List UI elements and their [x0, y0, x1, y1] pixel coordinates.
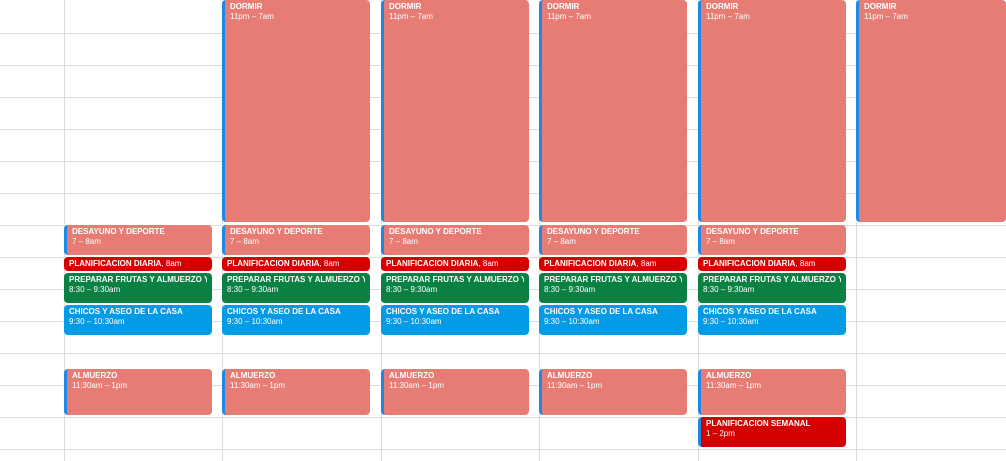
- event-desayuno[interactable]: DESAYUNO Y DEPORTE 7 – 8am: [222, 225, 370, 255]
- event-time: 11pm – 7am: [230, 12, 274, 21]
- event-title: PLANIFICACION SEMANAL: [706, 419, 811, 428]
- event-title: PREPARAR FRUTAS Y ALMUERZO Y TAREAS: [386, 275, 524, 284]
- event-time: 11pm – 7am: [547, 12, 591, 21]
- event-time: 1 – 2pm: [706, 429, 735, 438]
- event-title: DORMIR: [706, 2, 739, 11]
- event-almuerzo[interactable]: ALMUERZO 11:30am – 1pm: [222, 369, 370, 415]
- event-time: 8:30 – 9:30am: [703, 285, 755, 294]
- event-title: PREPARAR FRUTAS Y ALMUERZO Y TAREAS: [544, 275, 682, 284]
- event-title: ALMUERZO: [706, 371, 752, 380]
- event-dormir[interactable]: DORMIR 11pm – 7am: [698, 0, 846, 222]
- event-dormir[interactable]: DORMIR 11pm – 7am: [222, 0, 370, 222]
- event-dormir[interactable]: DORMIR 11pm – 7am: [856, 0, 1006, 222]
- event-time: 9:30 – 10:30am: [386, 317, 442, 326]
- event-time: 8:30 – 9:30am: [386, 285, 438, 294]
- event-title: PLANIFICACION DIARIA, 8am: [544, 259, 682, 269]
- event-title: DESAYUNO Y DEPORTE: [706, 227, 799, 236]
- event-time: 11:30am – 1pm: [389, 381, 444, 390]
- event-desayuno[interactable]: DESAYUNO Y DEPORTE 7 – 8am: [698, 225, 846, 255]
- event-planificacion[interactable]: PLANIFICACION DIARIA, 8am: [64, 257, 212, 271]
- event-title: PREPARAR FRUTAS Y ALMUERZO Y TAREAS: [69, 275, 207, 284]
- event-time: 8:30 – 9:30am: [544, 285, 596, 294]
- event-chicos[interactable]: CHICOS Y ASEO DE LA CASA 9:30 – 10:30am: [698, 305, 846, 335]
- event-dormir[interactable]: DORMIR 11pm – 7am: [539, 0, 687, 222]
- event-title: DORMIR: [547, 2, 580, 11]
- event-title: ALMUERZO: [72, 371, 118, 380]
- event-time: 8:30 – 9:30am: [69, 285, 121, 294]
- event-time: 11:30am – 1pm: [72, 381, 127, 390]
- event-time: 11:30am – 1pm: [230, 381, 285, 390]
- event-preparar[interactable]: PREPARAR FRUTAS Y ALMUERZO Y TAREAS8:30 …: [64, 273, 212, 303]
- event-time: 7 – 8am: [389, 237, 418, 246]
- event-title: PLANIFICACION DIARIA, 8am: [386, 259, 524, 269]
- event-chicos[interactable]: CHICOS Y ASEO DE LA CASA 9:30 – 10:30am: [381, 305, 529, 335]
- event-time: 11:30am – 1pm: [706, 381, 761, 390]
- event-title: PLANIFICACION DIARIA, 8am: [69, 259, 207, 269]
- event-title: DORMIR: [864, 2, 897, 11]
- event-title: ALMUERZO: [230, 371, 276, 380]
- event-title: DESAYUNO Y DEPORTE: [72, 227, 165, 236]
- event-time: 7 – 8am: [547, 237, 576, 246]
- calendar-events: DESAYUNO Y DEPORTE 7 – 8am PLANIFICACION D…: [0, 0, 1006, 461]
- event-title: CHICOS Y ASEO DE LA CASA: [703, 307, 817, 316]
- event-time: 11pm – 7am: [864, 12, 908, 21]
- event-time: 8am: [323, 259, 340, 268]
- event-title-text: PLANIFICACION DIARIA: [227, 259, 320, 268]
- event-title: CHICOS Y ASEO DE LA CASA: [69, 307, 183, 316]
- event-title: DORMIR: [230, 2, 263, 11]
- event-title: DESAYUNO Y DEPORTE: [547, 227, 640, 236]
- event-time: 7 – 8am: [706, 237, 735, 246]
- event-time: 8am: [799, 259, 816, 268]
- event-time: 8:30 – 9:30am: [227, 285, 279, 294]
- event-title: DESAYUNO Y DEPORTE: [230, 227, 323, 236]
- event-time: 11pm – 7am: [389, 12, 433, 21]
- event-title: DESAYUNO Y DEPORTE: [389, 227, 482, 236]
- event-dormir[interactable]: DORMIR 11pm – 7am: [381, 0, 529, 222]
- event-almuerzo[interactable]: ALMUERZO 11:30am – 1pm: [64, 369, 212, 415]
- event-title: CHICOS Y ASEO DE LA CASA: [227, 307, 341, 316]
- event-preparar[interactable]: PREPARAR FRUTAS Y ALMUERZO Y TAREAS8:30 …: [698, 273, 846, 303]
- event-planificacion[interactable]: PLANIFICACION DIARIA, 8am: [381, 257, 529, 271]
- event-title: CHICOS Y ASEO DE LA CASA: [544, 307, 658, 316]
- event-time: 9:30 – 10:30am: [227, 317, 283, 326]
- event-time: 8am: [482, 259, 499, 268]
- event-semanal[interactable]: PLANIFICACION SEMANAL 1 – 2pm: [698, 417, 846, 447]
- event-title-text: PLANIFICACION DIARIA: [69, 259, 162, 268]
- event-desayuno[interactable]: DESAYUNO Y DEPORTE 7 – 8am: [381, 225, 529, 255]
- event-planificacion[interactable]: PLANIFICACION DIARIA, 8am: [222, 257, 370, 271]
- event-title: DORMIR: [389, 2, 422, 11]
- event-title: CHICOS Y ASEO DE LA CASA: [386, 307, 500, 316]
- event-preparar[interactable]: PREPARAR FRUTAS Y ALMUERZO Y TAREAS8:30 …: [381, 273, 529, 303]
- event-time: 8am: [165, 259, 182, 268]
- event-time: 11pm – 7am: [706, 12, 750, 21]
- event-title: PLANIFICACION DIARIA, 8am: [227, 259, 365, 269]
- event-time: 7 – 8am: [230, 237, 259, 246]
- event-chicos[interactable]: CHICOS Y ASEO DE LA CASA 9:30 – 10:30am: [222, 305, 370, 335]
- event-preparar[interactable]: PREPARAR FRUTAS Y ALMUERZO Y TAREAS8:30 …: [539, 273, 687, 303]
- event-title: PLANIFICACION DIARIA, 8am: [703, 259, 841, 269]
- event-time: 9:30 – 10:30am: [544, 317, 600, 326]
- event-desayuno[interactable]: DESAYUNO Y DEPORTE 7 – 8am: [64, 225, 212, 255]
- event-title: ALMUERZO: [389, 371, 435, 380]
- event-time: 8am: [640, 259, 657, 268]
- event-chicos[interactable]: CHICOS Y ASEO DE LA CASA 9:30 – 10:30am: [64, 305, 212, 335]
- event-title: PREPARAR FRUTAS Y ALMUERZO Y TAREAS: [227, 275, 365, 284]
- event-title: PREPARAR FRUTAS Y ALMUERZO Y TAREAS: [703, 275, 841, 284]
- event-time: 9:30 – 10:30am: [703, 317, 759, 326]
- event-chicos[interactable]: CHICOS Y ASEO DE LA CASA 9:30 – 10:30am: [539, 305, 687, 335]
- event-preparar[interactable]: PREPARAR FRUTAS Y ALMUERZO Y TAREAS8:30 …: [222, 273, 370, 303]
- event-time: 9:30 – 10:30am: [69, 317, 125, 326]
- event-desayuno[interactable]: DESAYUNO Y DEPORTE 7 – 8am: [539, 225, 687, 255]
- event-planificacion[interactable]: PLANIFICACION DIARIA, 8am: [698, 257, 846, 271]
- event-title-text: PLANIFICACION DIARIA: [703, 259, 796, 268]
- event-title-text: PLANIFICACION DIARIA: [386, 259, 479, 268]
- event-title-text: PLANIFICACION DIARIA: [544, 259, 637, 268]
- event-time: 11:30am – 1pm: [547, 381, 602, 390]
- event-almuerzo[interactable]: ALMUERZO 11:30am – 1pm: [698, 369, 846, 415]
- event-time: 7 – 8am: [72, 237, 101, 246]
- event-title: ALMUERZO: [547, 371, 593, 380]
- event-planificacion[interactable]: PLANIFICACION DIARIA, 8am: [539, 257, 687, 271]
- event-almuerzo[interactable]: ALMUERZO 11:30am – 1pm: [381, 369, 529, 415]
- event-almuerzo[interactable]: ALMUERZO 11:30am – 1pm: [539, 369, 687, 415]
